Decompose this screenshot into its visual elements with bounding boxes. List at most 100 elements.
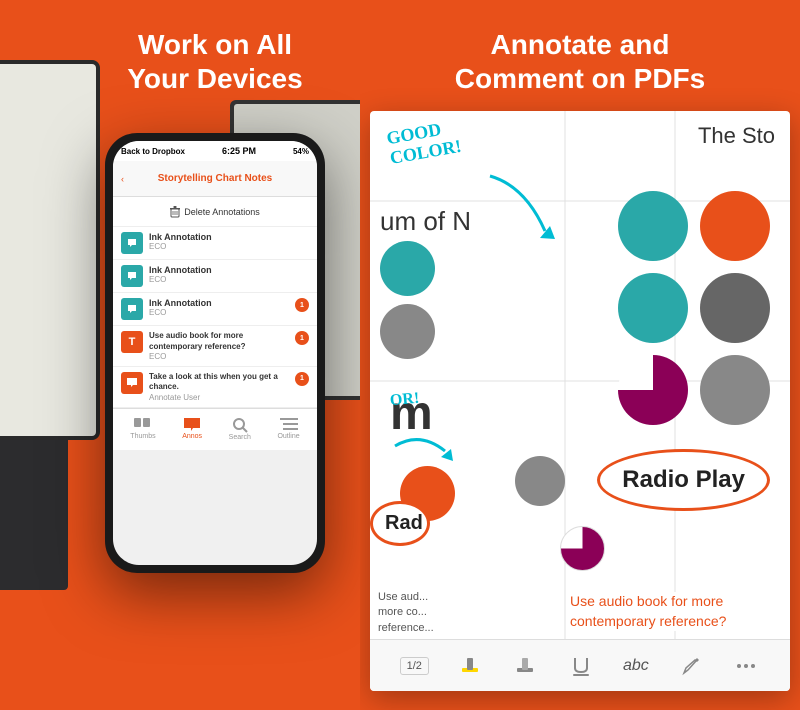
annot-item-1[interactable]: Ink Annotation ECO	[113, 227, 317, 260]
toolbar-underline-btn[interactable]	[567, 652, 595, 680]
annot-title-3: Ink Annotation	[149, 298, 289, 308]
annot-author-2: ECO	[149, 275, 309, 284]
comment-icon-5	[126, 377, 138, 389]
phone-screen: Back to Dropbox 6:25 PM 54% ‹ Storytelli…	[113, 141, 317, 565]
annot-title-1: Ink Annotation	[149, 232, 309, 242]
tab-outline-label: Outline	[277, 433, 299, 440]
partial-radio-play: Rad	[370, 501, 430, 546]
heading-line2: Your Devices	[127, 63, 302, 94]
annot-item-2[interactable]: Ink Annotation ECO	[113, 260, 317, 293]
use-audio-partial-text: Use aud...more co...reference...	[378, 590, 538, 636]
ios-status-bar: Back to Dropbox 6:25 PM 54%	[113, 141, 317, 161]
nav-title: Storytelling Chart Notes	[158, 173, 272, 184]
tab-outline[interactable]: Outline	[277, 418, 299, 440]
annot-author-3: ECO	[149, 308, 289, 317]
chevron-left-icon: ‹	[121, 174, 124, 184]
tab-annos[interactable]: Annos	[182, 418, 202, 440]
annot-content-4: Use audio book for more contemporary ref…	[149, 331, 289, 361]
circle-gray-left	[380, 304, 435, 359]
delete-bar: Delete Annotations	[113, 197, 317, 227]
annot-title-5: Take a look at this when you get a chanc…	[149, 372, 289, 393]
pen-icon	[681, 656, 701, 676]
annot-item-4[interactable]: T Use audio book for more contemporary r…	[113, 326, 317, 367]
highlight-icon	[458, 654, 482, 678]
annot-author-1: ECO	[149, 242, 309, 251]
underline-icon	[569, 654, 593, 678]
circle-1-teal	[618, 191, 688, 261]
right-panel: Annotate and Comment on PDFs The Sto GOO…	[360, 0, 800, 710]
tab-annos-label: Annos	[182, 433, 202, 440]
strikethrough-icon	[513, 654, 537, 678]
status-back: Back to Dropbox	[121, 147, 185, 156]
toolbar-text-btn[interactable]: abc	[622, 652, 650, 680]
annot-icon-4: T	[121, 331, 143, 353]
annot-title-4: Use audio book for more contemporary ref…	[149, 331, 289, 352]
circle-teal-left	[380, 241, 435, 296]
trash-icon	[170, 206, 180, 218]
ink-icon-1	[126, 237, 138, 249]
radio-play-box: Radio Play	[597, 449, 770, 511]
tab-search[interactable]: Search	[229, 417, 251, 441]
toolbar-more-btn[interactable]	[732, 652, 760, 680]
annot-icon-2	[121, 265, 143, 287]
tab-search-label: Search	[229, 434, 251, 441]
toolbar-page-counter: 1/2	[400, 657, 429, 675]
thumbs-icon	[134, 418, 152, 432]
small-pie-chart	[560, 526, 605, 571]
left-circles	[380, 241, 435, 367]
tab-thumbs[interactable]: Thumbs	[130, 418, 155, 440]
annot-badge-5: 1	[295, 372, 309, 386]
annot-icon-1	[121, 232, 143, 254]
status-time: 6:25 PM	[222, 146, 256, 156]
right-heading: Annotate and Comment on PDFs	[455, 28, 705, 95]
outline-icon	[280, 418, 298, 432]
toolbar-highlight-btn[interactable]	[456, 652, 484, 680]
more-icon-box	[732, 652, 760, 680]
phone-device: Back to Dropbox 6:25 PM 54% ‹ Storytelli…	[75, 123, 355, 683]
ios-nav-bar: ‹ Storytelling Chart Notes	[113, 161, 317, 197]
strikethrough-icon-box	[511, 652, 539, 680]
tab-thumbs-label: Thumbs	[130, 433, 155, 440]
search-icon	[232, 417, 248, 433]
right-heading-line1: Annotate and	[491, 29, 670, 60]
annot-content-3: Ink Annotation ECO	[149, 298, 289, 317]
partial-um-text: um of N	[380, 206, 471, 237]
underline-icon-box	[567, 652, 595, 680]
ink-icon-3	[126, 303, 138, 315]
annot-item-5[interactable]: Take a look at this when you get a chanc…	[113, 367, 317, 408]
pdf-toolbar: 1/2	[370, 639, 790, 691]
annot-content-5: Take a look at this when you get a chanc…	[149, 372, 289, 402]
circle-2-orange	[700, 191, 770, 261]
ink-icon-2	[126, 270, 138, 282]
annot-item-3[interactable]: Ink Annotation ECO 1	[113, 293, 317, 326]
toolbar-pen-btn[interactable]	[677, 652, 705, 680]
text-icon: abc	[623, 657, 649, 675]
ios-tab-bar: Thumbs Annos Search	[113, 408, 317, 450]
annotation-list: Ink Annotation ECO Ink Annotation ECO	[113, 227, 317, 408]
color-annot-text: OR!	[389, 390, 420, 410]
heading-line1: Work on All	[138, 29, 292, 60]
annot-content-2: Ink Annotation ECO	[149, 265, 309, 284]
annot-icon-3	[121, 298, 143, 320]
circle-6-gray	[700, 355, 770, 425]
nav-back-btn[interactable]: ‹	[121, 174, 124, 184]
annos-icon	[183, 418, 201, 432]
annot-badge-4: 1	[295, 331, 309, 345]
teal-arrow-annotation	[475, 166, 565, 256]
toolbar-strikethrough-btn[interactable]	[511, 652, 539, 680]
left-heading-wrapper: Work on All Your Devices	[127, 28, 302, 123]
pen-icon-box	[677, 652, 705, 680]
delete-btn-label[interactable]: Delete Annotations	[184, 207, 260, 217]
more-dots-icon	[736, 662, 756, 670]
gray-circle-bottom	[515, 456, 565, 506]
status-battery: 54%	[293, 147, 309, 156]
annot-author-5: Annotate User	[149, 393, 289, 402]
left-panel: T T Usemore Takewhe Work on All Your Dev…	[0, 0, 360, 710]
good-color-annotation: GOODCOLOR!	[388, 123, 460, 163]
rad-text: Rad	[370, 501, 430, 546]
annot-author-4: ECO	[149, 352, 289, 361]
radio-play-container: Radio Play	[597, 449, 770, 511]
good-color-text: GOODCOLOR!	[385, 117, 463, 168]
text-icon-box: abc	[622, 652, 650, 680]
circle-5-purple-pie	[618, 355, 688, 425]
